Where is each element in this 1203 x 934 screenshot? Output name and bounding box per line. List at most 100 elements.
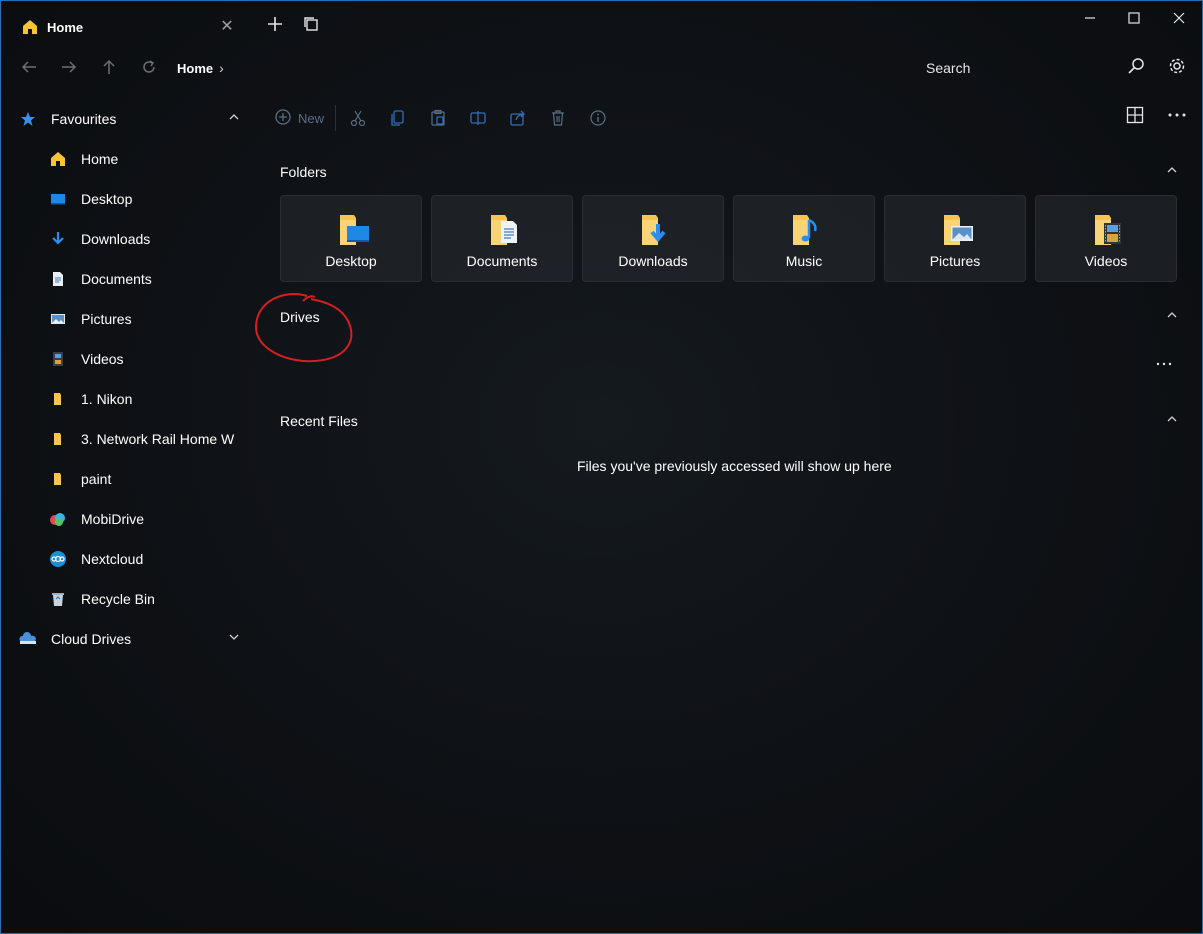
documents-folder-icon: [487, 212, 523, 248]
sidebar-item-videos[interactable]: Videos: [1, 339, 251, 379]
red-annotation-circle: [254, 293, 353, 363]
sidebar-favourites-label: Favourites: [51, 111, 117, 127]
paste-icon[interactable]: [429, 107, 447, 129]
minimize-icon[interactable]: [1075, 7, 1105, 31]
recent-files-section-title: Recent Files: [280, 413, 358, 429]
cloud-drive-icon: [19, 630, 37, 648]
folder-card-pictures[interactable]: Pictures: [884, 195, 1026, 282]
sidebar-item-pictures[interactable]: Pictures: [1, 299, 251, 339]
sidebar-item-nikon[interactable]: 1. Nikon: [1, 379, 251, 419]
duplicate-tab-icon[interactable]: [301, 15, 321, 35]
sidebar-item-label: paint: [81, 471, 112, 487]
download-icon: [49, 230, 67, 248]
search-input[interactable]: Search: [926, 60, 970, 76]
sidebar-item-label: Recycle Bin: [81, 591, 155, 607]
video-icon: [49, 350, 67, 368]
sidebar-item-label: Videos: [81, 351, 124, 367]
drives-more-icon[interactable]: [1152, 352, 1176, 376]
close-window-icon[interactable]: [1164, 7, 1194, 31]
chevron-up-icon[interactable]: [229, 111, 239, 125]
sidebar-item-nextcloud[interactable]: Nextcloud: [1, 539, 251, 579]
sidebar-item-label: MobiDrive: [81, 511, 145, 527]
folder-label: Music: [785, 253, 823, 269]
home-icon: [49, 150, 67, 168]
sidebar-item-label: Nextcloud: [81, 551, 144, 567]
sidebar-item-desktop[interactable]: Desktop: [1, 179, 251, 219]
sidebar-item-downloads[interactable]: Downloads: [1, 219, 251, 259]
sidebar-item-label: 1. Nikon: [81, 391, 133, 407]
cut-icon[interactable]: [349, 107, 367, 129]
properties-info-icon[interactable]: [589, 107, 607, 129]
sidebar-item-label: Documents: [81, 271, 152, 287]
back-arrow-icon[interactable]: [17, 57, 41, 81]
sidebar-favourites[interactable]: Favourites: [1, 99, 251, 139]
nextcloud-icon: [49, 550, 67, 568]
folder-label: Desktop: [325, 253, 377, 269]
sidebar-item-label: 3. Network Rail Home W: [81, 431, 235, 447]
share-icon[interactable]: [509, 107, 527, 129]
folder-icon: [49, 430, 67, 448]
sidebar-item-recycle-bin[interactable]: Recycle Bin: [1, 579, 251, 619]
chevron-down-icon[interactable]: [229, 631, 239, 645]
new-label: New: [298, 110, 325, 126]
maximize-icon[interactable]: [1119, 7, 1149, 31]
recycle-bin-icon: [49, 590, 67, 608]
new-tab-icon[interactable]: [265, 15, 285, 35]
title-bar: Home ✕: [1, 1, 1202, 49]
chevron-up-icon[interactable]: [1167, 413, 1177, 427]
picture-icon: [49, 310, 67, 328]
sidebar-item-mobidrive[interactable]: MobiDrive: [1, 499, 251, 539]
folder-label: Videos: [1084, 253, 1128, 269]
sidebar-item-label: Desktop: [81, 191, 133, 207]
files-window: Home ✕ Home › Search Favourites Home Des…: [0, 0, 1203, 934]
delete-icon[interactable]: [549, 107, 567, 129]
pictures-folder-icon: [940, 212, 976, 248]
chevron-up-icon[interactable]: [1167, 164, 1177, 178]
recent-files-empty-message: Files you've previously accessed will sh…: [577, 458, 892, 474]
forward-arrow-icon[interactable]: [57, 57, 81, 81]
toolbar-divider: [335, 105, 336, 131]
sidebar-item-label: Home: [81, 151, 119, 167]
copy-icon[interactable]: [389, 107, 407, 129]
close-tab-icon[interactable]: ✕: [217, 17, 237, 37]
search-icon[interactable]: [1124, 57, 1148, 81]
chevron-up-icon[interactable]: [1167, 309, 1177, 323]
breadcrumb-chevron-icon[interactable]: ›: [219, 60, 224, 76]
new-button[interactable]: New: [274, 107, 324, 129]
sidebar-cloud-drives-label: Cloud Drives: [51, 631, 132, 647]
breadcrumb[interactable]: Home ›: [177, 60, 224, 76]
sidebar-item-label: Downloads: [81, 231, 151, 247]
folder-icon: [49, 390, 67, 408]
folder-label: Pictures: [929, 253, 981, 269]
folder-label: Downloads: [618, 253, 688, 269]
document-icon: [49, 270, 67, 288]
refresh-icon[interactable]: [137, 57, 161, 81]
breadcrumb-home[interactable]: Home: [177, 61, 213, 76]
folder-card-downloads[interactable]: Downloads: [582, 195, 724, 282]
more-options-icon[interactable]: [1165, 106, 1189, 130]
settings-gear-icon[interactable]: [1165, 57, 1189, 81]
tab-title: Home: [47, 19, 84, 35]
rename-icon[interactable]: [469, 107, 487, 129]
desktop-icon: [49, 190, 67, 208]
sidebar-cloud-drives[interactable]: Cloud Drives: [1, 619, 251, 659]
desktop-folder-icon: [336, 212, 372, 248]
folder-label: Documents: [466, 253, 538, 269]
tab-home[interactable]: Home ✕: [9, 9, 245, 45]
favourites-star-icon: [19, 110, 37, 128]
sidebar-item-home[interactable]: Home: [1, 139, 251, 179]
music-folder-icon: [789, 212, 825, 248]
sidebar-item-paint[interactable]: paint: [1, 459, 251, 499]
downloads-folder-icon: [638, 212, 674, 248]
sidebar-item-documents[interactable]: Documents: [1, 259, 251, 299]
folder-card-music[interactable]: Music: [733, 195, 875, 282]
sidebar-item-network-rail[interactable]: 3. Network Rail Home W: [1, 419, 251, 459]
folder-card-desktop[interactable]: Desktop: [280, 195, 422, 282]
add-icon: [274, 108, 292, 129]
up-arrow-icon[interactable]: [97, 57, 121, 81]
sidebar-item-label: Pictures: [81, 311, 132, 327]
folder-card-documents[interactable]: Documents: [431, 195, 573, 282]
folder-card-videos[interactable]: Videos: [1035, 195, 1177, 282]
home-icon: [21, 18, 39, 36]
layout-view-icon[interactable]: [1123, 106, 1147, 130]
